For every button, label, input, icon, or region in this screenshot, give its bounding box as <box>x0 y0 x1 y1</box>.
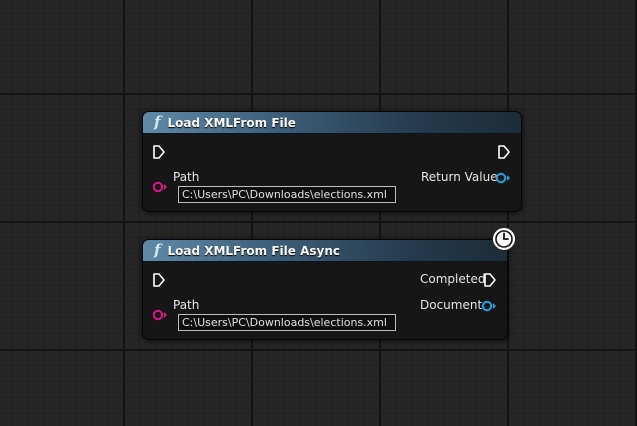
function-icon: f <box>154 113 161 131</box>
node-title: Load XMLFrom File Async <box>167 243 340 258</box>
node-header[interactable]: f Load XMLFrom File <box>143 112 521 134</box>
path-input-field[interactable]: C:\Users\PC\Downloads\elections.xml <box>178 314 396 331</box>
path-input-field[interactable]: C:\Users\PC\Downloads\elections.xml <box>178 186 396 203</box>
path-pin-label: Path <box>173 298 200 312</box>
exec-in-pin-icon[interactable] <box>153 273 165 287</box>
return-value-pin-label: Return Value <box>421 170 498 184</box>
string-pin-icon[interactable] <box>152 181 168 193</box>
node-load-xml-from-file[interactable]: f Load XMLFrom File Path C:\Users\PC\Dow… <box>142 111 522 212</box>
exec-out-pin-icon[interactable] <box>484 273 496 287</box>
node-load-xml-from-file-async[interactable]: f Load XMLFrom File Async Completed Docu… <box>142 239 508 340</box>
string-pin-icon[interactable] <box>152 309 168 321</box>
object-pin-icon[interactable] <box>481 300 497 312</box>
clock-icon <box>492 227 516 251</box>
exec-out-pin-icon[interactable] <box>498 145 510 159</box>
document-pin-label: Document <box>420 298 483 312</box>
node-header[interactable]: f Load XMLFrom File Async <box>143 240 507 262</box>
function-icon: f <box>154 241 161 259</box>
object-pin-icon[interactable] <box>495 172 511 184</box>
completed-pin-label: Completed <box>420 272 486 286</box>
path-pin-label: Path <box>173 170 200 184</box>
node-title: Load XMLFrom File <box>167 115 296 130</box>
exec-in-pin-icon[interactable] <box>153 145 165 159</box>
